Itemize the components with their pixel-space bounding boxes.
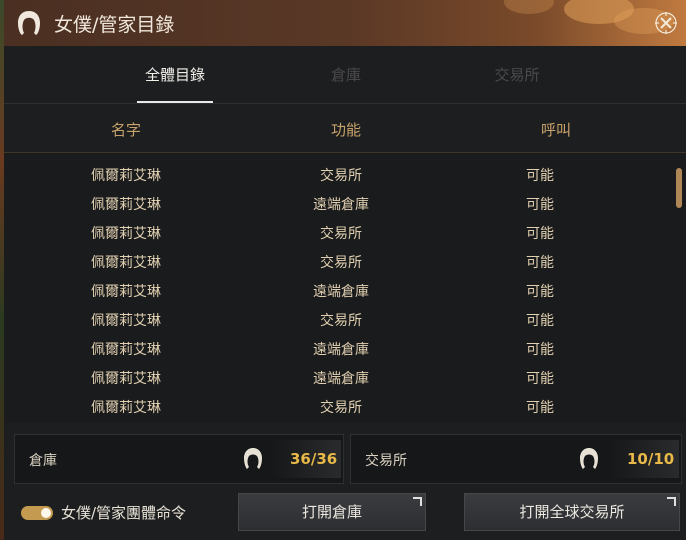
- column-header-call: 呼叫: [540, 121, 572, 139]
- maid-name: 佩爾莉艾琳: [91, 226, 161, 242]
- column-header-name: 名字: [110, 121, 142, 139]
- maid-name: 佩爾莉艾琳: [91, 313, 161, 329]
- maid-name: 佩爾莉艾琳: [91, 284, 161, 300]
- table-row[interactable]: 佩爾莉艾琳 交易所 可能: [4, 393, 674, 422]
- table-row[interactable]: 佩爾莉艾琳 交易所 可能: [4, 248, 674, 277]
- maid-name: 佩爾莉艾琳: [91, 342, 161, 358]
- column-header-function: 功能: [330, 121, 362, 139]
- maid-head-icon: [244, 448, 262, 469]
- group-command-toggle[interactable]: [21, 506, 53, 520]
- maid-call-status: 可能: [526, 313, 554, 329]
- maid-function: 交易所: [320, 255, 362, 271]
- table-header: 名字 功能 呼叫: [4, 104, 686, 152]
- open-global-market-button[interactable]: 打開全球交易所: [464, 493, 680, 531]
- tab-warehouse[interactable]: 倉庫: [311, 64, 381, 85]
- maid-name: 佩爾莉艾琳: [91, 255, 161, 271]
- maid-call-status: 可能: [526, 371, 554, 387]
- window-title: 女僕/管家目錄: [54, 14, 175, 36]
- maid-name: 佩爾莉艾琳: [91, 197, 161, 213]
- maid-list[interactable]: 佩爾莉艾琳 交易所 可能 佩爾莉艾琳 遠端倉庫 可能 佩爾莉艾琳 交易所 可能 佩爾莉艾琳 交易所可…: [4, 153, 686, 423]
- title-decoration: [504, 0, 554, 14]
- external-link-icon: [413, 497, 422, 506]
- close-icon[interactable]: [654, 11, 678, 35]
- external-link-icon: [667, 497, 676, 506]
- tab-bar: 全體目錄 倉庫 交易所: [4, 46, 686, 104]
- toggle-knob: [41, 508, 51, 518]
- maid-name: 佩爾莉艾琳: [91, 400, 161, 416]
- open-global-market-label: 打開全球交易所: [519, 503, 625, 521]
- table-row[interactable]: 佩爾莉艾琳 遠端倉庫 可能: [4, 364, 674, 393]
- table-row[interactable]: 佩爾莉艾琳 交易所 可能: [4, 306, 674, 335]
- maid-call-status: 可能: [526, 255, 554, 271]
- table-row[interactable]: 佩爾莉艾琳 交易所 可能: [4, 161, 674, 190]
- footer: 女僕/管家團體命令 打開倉庫 打開全球交易所: [4, 486, 686, 540]
- maid-call-status: 可能: [526, 226, 554, 242]
- open-warehouse-button[interactable]: 打開倉庫: [238, 493, 426, 531]
- maid-call-status: 可能: [526, 400, 554, 416]
- maid-head-icon: [580, 448, 598, 469]
- table-row[interactable]: 佩爾莉艾琳 交易所 可能: [4, 219, 674, 248]
- catalog-panel: 全體目錄 倉庫 交易所 名字 功能 呼叫 佩爾莉艾琳 交易所 可能 佩爾莉艾琳 遠端倉庫…: [4, 46, 686, 540]
- market-counter: 交易所 10/10: [350, 434, 682, 484]
- maid-function: 交易所: [320, 226, 362, 242]
- tab-all[interactable]: 全體目錄: [137, 64, 213, 85]
- maid-call-status: 可能: [526, 168, 554, 184]
- market-count: 10/10: [627, 450, 675, 468]
- tab-market[interactable]: 交易所: [482, 64, 552, 85]
- warehouse-counter-label: 倉庫: [29, 453, 57, 469]
- maid-call-status: 可能: [526, 284, 554, 300]
- table-row[interactable]: 佩爾莉艾琳 遠端倉庫 可能: [4, 190, 674, 219]
- maid-function: 交易所: [320, 168, 362, 184]
- open-warehouse-label: 打開倉庫: [301, 503, 362, 521]
- maid-function: 遠端倉庫: [313, 371, 369, 387]
- maid-name: 佩爾莉艾琳: [91, 371, 161, 387]
- maid-function: 遠端倉庫: [313, 197, 369, 213]
- maid-head-icon: [18, 11, 40, 35]
- title-bar[interactable]: 女僕/管家目錄: [4, 0, 686, 46]
- maid-function: 遠端倉庫: [313, 342, 369, 358]
- maid-call-status: 可能: [526, 342, 554, 358]
- list-scrollbar[interactable]: [676, 168, 682, 208]
- maid-call-status: 可能: [526, 197, 554, 213]
- maid-function: 交易所: [320, 400, 362, 416]
- warehouse-count: 36/36: [290, 450, 338, 468]
- maid-name: 佩爾莉艾琳: [91, 168, 161, 184]
- table-row[interactable]: 佩爾莉艾琳 遠端倉庫 可能: [4, 335, 674, 364]
- group-command-label: 女僕/管家團體命令: [61, 504, 187, 522]
- market-counter-label: 交易所: [365, 453, 407, 469]
- counter-area: 倉庫 36/36 交易所 10/10: [14, 434, 682, 484]
- table-row[interactable]: 佩爾莉艾琳 遠端倉庫 可能: [4, 277, 674, 306]
- maid-function: 遠端倉庫: [313, 284, 369, 300]
- warehouse-counter: 倉庫 36/36: [14, 434, 344, 484]
- maid-function: 交易所: [320, 313, 362, 329]
